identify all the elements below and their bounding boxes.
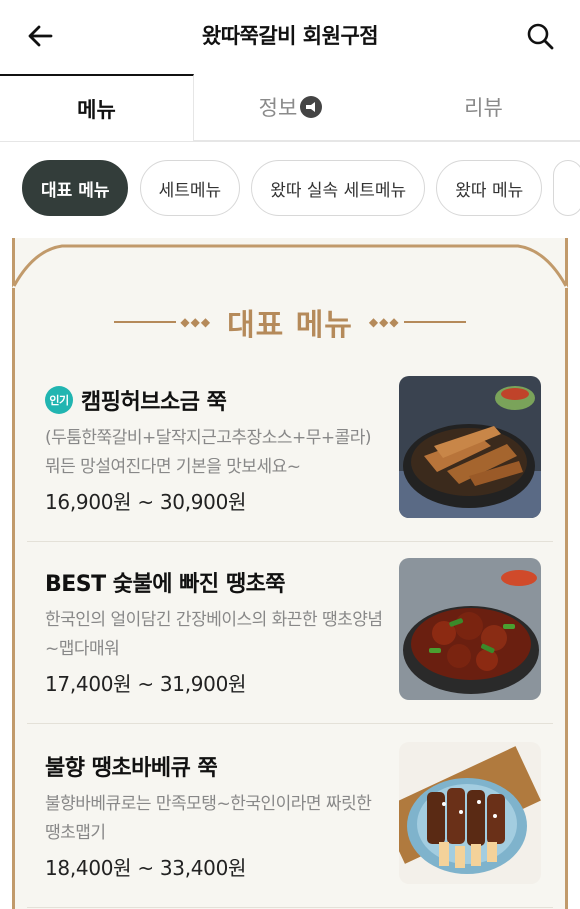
tab-menu[interactable]: 메뉴 bbox=[0, 74, 194, 141]
menu-item-price: 16,900원 ~ 30,900원 bbox=[45, 490, 247, 514]
spicy-ribs-photo bbox=[399, 558, 541, 700]
top-app-bar: 왔따쭉갈비 회원구점 bbox=[0, 0, 580, 74]
menu-item-description: 한국인의 얼이담긴 간장베이스의 화끈한 땡초양념~맵다매워 bbox=[45, 610, 383, 659]
menu-item-price: 18,400원 ~ 33,400원 bbox=[45, 856, 247, 880]
menu-item-name-row: 불향 땡초바베큐 쭉 bbox=[45, 750, 218, 782]
search-icon bbox=[527, 23, 554, 50]
menu-item-description: 불향바베큐로는 만족모탱~한국인이라면 짜릿한 땡초맵기 bbox=[45, 794, 372, 843]
menu-item-name-row: 인기 캠핑허브소금 쭉 bbox=[45, 384, 227, 416]
search-button[interactable] bbox=[522, 18, 558, 54]
page-title: 왔따쭉갈비 회원구점 bbox=[201, 24, 379, 48]
megaphone-icon bbox=[300, 96, 323, 118]
menu-item[interactable]: 인기 캠핑허브소금 쭉 (두툼한쭉갈비+달작지근고추장소스+무+콜라)뭐든 망설… bbox=[27, 362, 553, 542]
popular-badge: 인기 bbox=[45, 386, 73, 414]
right-ornament: ◆◆◆ bbox=[365, 315, 466, 329]
chip-more[interactable] bbox=[553, 160, 580, 216]
chip-signature-menu[interactable]: 대표 메뉴 bbox=[22, 160, 129, 216]
section-title: 대표 메뉴 bbox=[227, 308, 353, 343]
menu-item-name: 캠핑허브소금 쭉 bbox=[81, 390, 227, 415]
tab-review-label: 리뷰 bbox=[464, 96, 503, 120]
menu-item[interactable]: BEST 숯불에 빠진 땡초쭉 한국인의 얼이담긴 간장베이스의 화끈한 땡초양… bbox=[27, 544, 553, 724]
tab-info-label: 정보 bbox=[258, 96, 298, 120]
tab-info[interactable]: 정보 bbox=[194, 74, 387, 141]
tab-bar: 메뉴 정보 리뷰 bbox=[0, 74, 580, 142]
menu-item[interactable]: 불향 땡초바베큐 쭉 불향바베큐로는 만족모탱~한국인이라면 짜릿한 땡초맵기 … bbox=[27, 728, 553, 908]
menu-item-description: (두툼한쭉갈비+달작지근고추장소스+무+콜라)뭐든 망설여진다면 기본을 맛보세… bbox=[45, 428, 372, 477]
chip-value-set-menu[interactable]: 왔따 실속 세트메뉴 bbox=[251, 160, 426, 216]
menu-item-name: 불향 땡초바베큐 쭉 bbox=[45, 756, 218, 781]
menu-board-top-decoration bbox=[12, 244, 568, 288]
category-chip-bar[interactable]: 대표 메뉴 세트메뉴 왔따 실속 세트메뉴 왔따 메뉴 bbox=[0, 160, 580, 222]
tab-review[interactable]: 리뷰 bbox=[387, 74, 580, 141]
chip-set-menu[interactable]: 세트메뉴 bbox=[139, 160, 241, 216]
tab-menu-label: 메뉴 bbox=[77, 97, 116, 122]
grilled-ribs-photo bbox=[399, 376, 541, 518]
left-ornament: ◆◆◆ bbox=[114, 315, 215, 329]
app-screen: 왔따쭉갈비 회원구점 메뉴 정보 리뷰 대표 메뉴 세트메뉴 왔따 실속 세트메… bbox=[0, 0, 580, 909]
bbq-ribs-photo bbox=[399, 742, 541, 884]
menu-item-name-row: BEST 숯불에 빠진 땡초쭉 bbox=[45, 566, 286, 598]
menu-item-price: 17,400원 ~ 31,900원 bbox=[45, 672, 247, 696]
section-header: ◆◆◆ 대표 메뉴 ◆◆◆ bbox=[12, 300, 568, 344]
menu-item-name: BEST 숯불에 빠진 땡초쭉 bbox=[45, 572, 286, 597]
chip-wattta-menu[interactable]: 왔따 메뉴 bbox=[436, 160, 543, 216]
